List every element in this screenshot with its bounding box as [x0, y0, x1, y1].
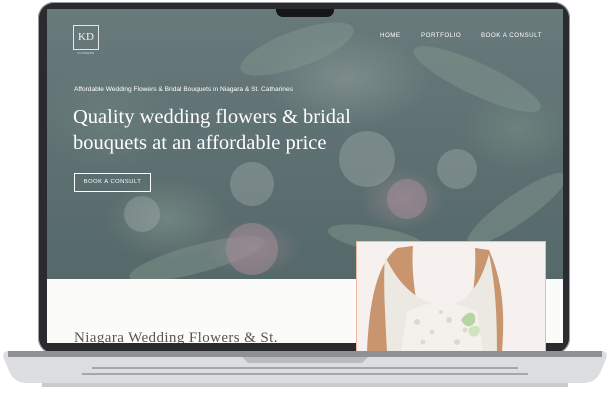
hero-headline: Quality wedding flowers & bridal bouquet…: [73, 104, 453, 156]
bride-photo: [356, 241, 546, 353]
nav-portfolio[interactable]: PORTFOLIO: [421, 32, 461, 39]
hero-kicker: Affordable Wedding Flowers & Bridal Bouq…: [74, 86, 293, 93]
bride-photo-image: [357, 242, 545, 352]
section-title: Niagara Wedding Flowers & St.: [74, 330, 278, 343]
nav-book-consult[interactable]: BOOK A CONSULT: [481, 32, 542, 39]
hero-section: KD FLOWERS HOME PORTFOLIO BOOK A CONSULT…: [47, 9, 563, 279]
site-logo[interactable]: KD: [73, 25, 99, 50]
site-logo-subtext: FLOWERS: [77, 51, 95, 55]
laptop-base: [3, 351, 607, 387]
hero-headline-line2: bouquets at an affordable price: [73, 132, 327, 154]
hero-headline-line1: Quality wedding flowers & bridal: [73, 106, 351, 128]
nav-home[interactable]: HOME: [380, 32, 401, 39]
camera-notch: [276, 9, 334, 17]
book-consult-button[interactable]: BOOK A CONSULT: [74, 173, 151, 192]
